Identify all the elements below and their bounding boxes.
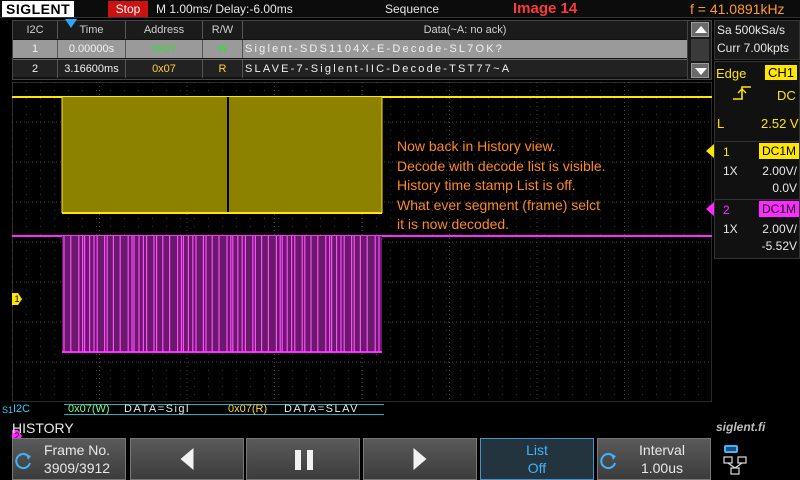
trigger-level: 2.52 V	[761, 116, 799, 131]
row-rw: W	[203, 40, 243, 58]
table-header: I2C Time Address R/W Data(~A: no ack)	[13, 21, 687, 39]
pause-icon	[307, 450, 313, 470]
ch2-number: 2	[723, 203, 730, 217]
image-label: Image 14	[513, 0, 578, 17]
brand-watermark: siglent.fi	[716, 420, 766, 434]
bus-packet-data: DATA=Sigl	[124, 403, 190, 415]
sample-rate: Sa 500kSa/s	[717, 23, 786, 37]
frame-value: 3909/3912	[43, 460, 111, 476]
row-address: 0x07	[126, 60, 203, 78]
list-value: Off	[527, 460, 547, 476]
table-scrollbar[interactable]	[687, 21, 711, 79]
column-header-address: Address	[126, 21, 203, 39]
table-row[interactable]: 2 3.16600ms 0x07 R SLAVE-7-Siglent-IIC-D…	[13, 59, 687, 78]
column-header-i2c: I2C	[13, 21, 58, 39]
annotation-line: History time stamp List is off.	[397, 177, 576, 193]
previous-frame-button[interactable]	[130, 438, 244, 480]
bus-packet-address: 0x07(R)	[228, 403, 268, 415]
run-stop-badge[interactable]: Stop	[108, 1, 148, 17]
menu-title: HISTORY	[12, 420, 74, 436]
acquisition-mode: Sequence	[385, 2, 440, 16]
row-time: 3.16600ms	[58, 60, 126, 78]
waveform-canvas	[11, 81, 713, 403]
table-row[interactable]: 1 0.00000s 0x07 W Siglent-SDS1104X-E-Dec…	[13, 40, 687, 58]
annotation-line: it is now decoded.	[397, 216, 510, 232]
top-status-bar: SIGLENT Stop M 1.00ms/ Delay:-6.00ms Seq…	[0, 0, 800, 18]
ch1-scale: 2.00V/	[762, 164, 797, 178]
pause-icon	[295, 450, 301, 470]
next-frame-button[interactable]	[363, 438, 477, 480]
bus-packet-data: DATA=SLAV	[284, 403, 359, 415]
scroll-down-arrow-icon[interactable]	[691, 63, 709, 78]
column-header-data: Data(~A: no ack)	[423, 24, 507, 36]
siglent-logo: SIGLENT	[2, 1, 75, 17]
row-address: 0x07	[126, 40, 203, 58]
memory-depth: Curr 7.00kpts	[717, 41, 790, 55]
ch1-coupling: DC1M	[759, 143, 799, 159]
trigger-source: CH1	[765, 65, 798, 80]
trigger-info[interactable]: Edge CH1 DC L 2.52 V	[714, 61, 800, 151]
ch1-probe: 1X	[723, 164, 738, 178]
scroll-up-arrow-icon[interactable]	[691, 22, 709, 37]
ch1-number: 1	[723, 145, 730, 159]
decode-list-table: I2C Time Address R/W Data(~A: no ack) 1 …	[12, 19, 712, 80]
bus-label: I2C	[13, 403, 31, 415]
row-rw: R	[203, 60, 243, 78]
trigger-position-marker-icon	[65, 19, 77, 28]
list-toggle-softkey[interactable]: List Off	[480, 438, 594, 480]
acquisition-info: Sa 500kSa/s Curr 7.00kpts	[714, 20, 800, 60]
column-header-rw: R/W	[203, 21, 243, 39]
ch2-probe: 1X	[723, 222, 738, 236]
trigger-coupling: DC	[777, 88, 796, 103]
trigger-level-label: L	[717, 116, 725, 131]
bus-packet: 0x07(R) DATA=SLAV	[224, 403, 384, 415]
network-status-icon	[723, 445, 747, 475]
annotation-line: What ever segment (frame) selct	[397, 196, 601, 213]
interval-softkey[interactable]: Interval 1.00us	[597, 438, 711, 480]
ch2-coupling: DC1M	[759, 201, 799, 217]
ch2-scale: 2.00V/	[762, 222, 797, 236]
list-label: List	[526, 442, 548, 458]
ch2-offset: -5.52V	[761, 239, 797, 253]
annotation-text: Now back in History view. Decode with de…	[397, 137, 606, 235]
ch1-settings[interactable]: 1 DC1M 1X 2.00V/ 0.0V	[714, 141, 800, 201]
ch2-settings[interactable]: 2 DC1M 1X 2.00V/ -5.52V	[714, 199, 800, 259]
i2c-bus-decode: I2C 0x07(W) DATA=Sigl 0x07(R) DATA=SLAV	[12, 403, 712, 416]
timebase-readout: M 1.00ms/ Delay:-6.00ms	[156, 2, 293, 16]
play-pause-button[interactable]	[246, 438, 360, 480]
frequency-counter: f = 41.0891kHz	[690, 1, 785, 17]
row-data: SLAVE-7-Siglent-IIC-Decode-TST77~A	[245, 63, 512, 75]
row-index: 2	[13, 60, 58, 78]
frame-label: Frame No.	[43, 442, 111, 458]
trigger-type: Edge	[716, 66, 747, 81]
scroll-thumb[interactable]	[691, 39, 709, 61]
waveform-display[interactable]: 1 2	[11, 81, 713, 442]
interval-value: 1.00us	[640, 460, 684, 476]
bus-packet-address: 0x07(W)	[68, 403, 110, 415]
previous-arrow-icon	[180, 448, 194, 470]
annotation-line: Now back in History view.	[397, 138, 556, 154]
row-time: 0.00000s	[58, 40, 126, 58]
row-data: Siglent-SDS1104X-E-Decode-SL7OK?	[245, 43, 505, 55]
bus-packet: 0x07(W) DATA=Sigl	[64, 403, 224, 415]
annotation-line: Decode with decode list is visible.	[397, 157, 606, 174]
ch1-offset: 0.0V	[772, 181, 797, 195]
row-index: 1	[13, 40, 58, 58]
interval-label: Interval	[639, 442, 685, 458]
right-info-panel: Sa 500kSa/s Curr 7.00kpts Edge CH1 DC L …	[706, 20, 800, 418]
frame-number-softkey[interactable]: Frame No. 3909/3912	[12, 438, 126, 480]
rising-edge-icon	[733, 86, 751, 100]
next-arrow-icon	[413, 448, 427, 470]
